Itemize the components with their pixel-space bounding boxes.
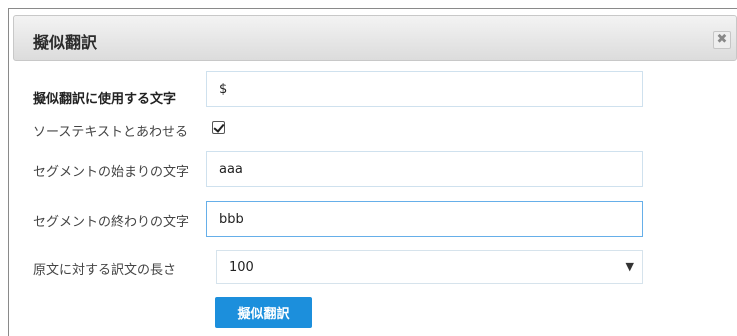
dialog-title: 擬似翻訳	[33, 33, 98, 52]
segment-end-label: セグメントの終わりの文字	[33, 215, 190, 230]
segment-end-input[interactable]	[206, 201, 643, 237]
close-icon: ✖	[716, 32, 728, 47]
segment-start-label: セグメントの始まりの文字	[33, 165, 190, 180]
checkmark-icon	[213, 121, 225, 133]
close-button[interactable]: ✖	[713, 31, 731, 49]
pseudo-char-label: 擬似翻訳に使用する文字	[33, 92, 177, 107]
pseudo-char-input[interactable]	[206, 71, 643, 107]
length-ratio-label: 原文に対する訳文の長さ	[33, 263, 177, 278]
combine-source-label: ソーステキストとあわせる	[33, 125, 188, 140]
pseudo-translate-button[interactable]: 擬似翻訳	[215, 297, 312, 328]
dropdown-arrow-icon: ▼	[625, 260, 634, 273]
combine-source-checkbox[interactable]	[212, 121, 225, 134]
length-ratio-select[interactable]: 100 ▼	[216, 250, 643, 284]
dialog-titlebar: 擬似翻訳 ✖	[13, 15, 737, 61]
length-ratio-value: 100	[229, 260, 254, 275]
segment-start-input[interactable]	[206, 151, 643, 187]
